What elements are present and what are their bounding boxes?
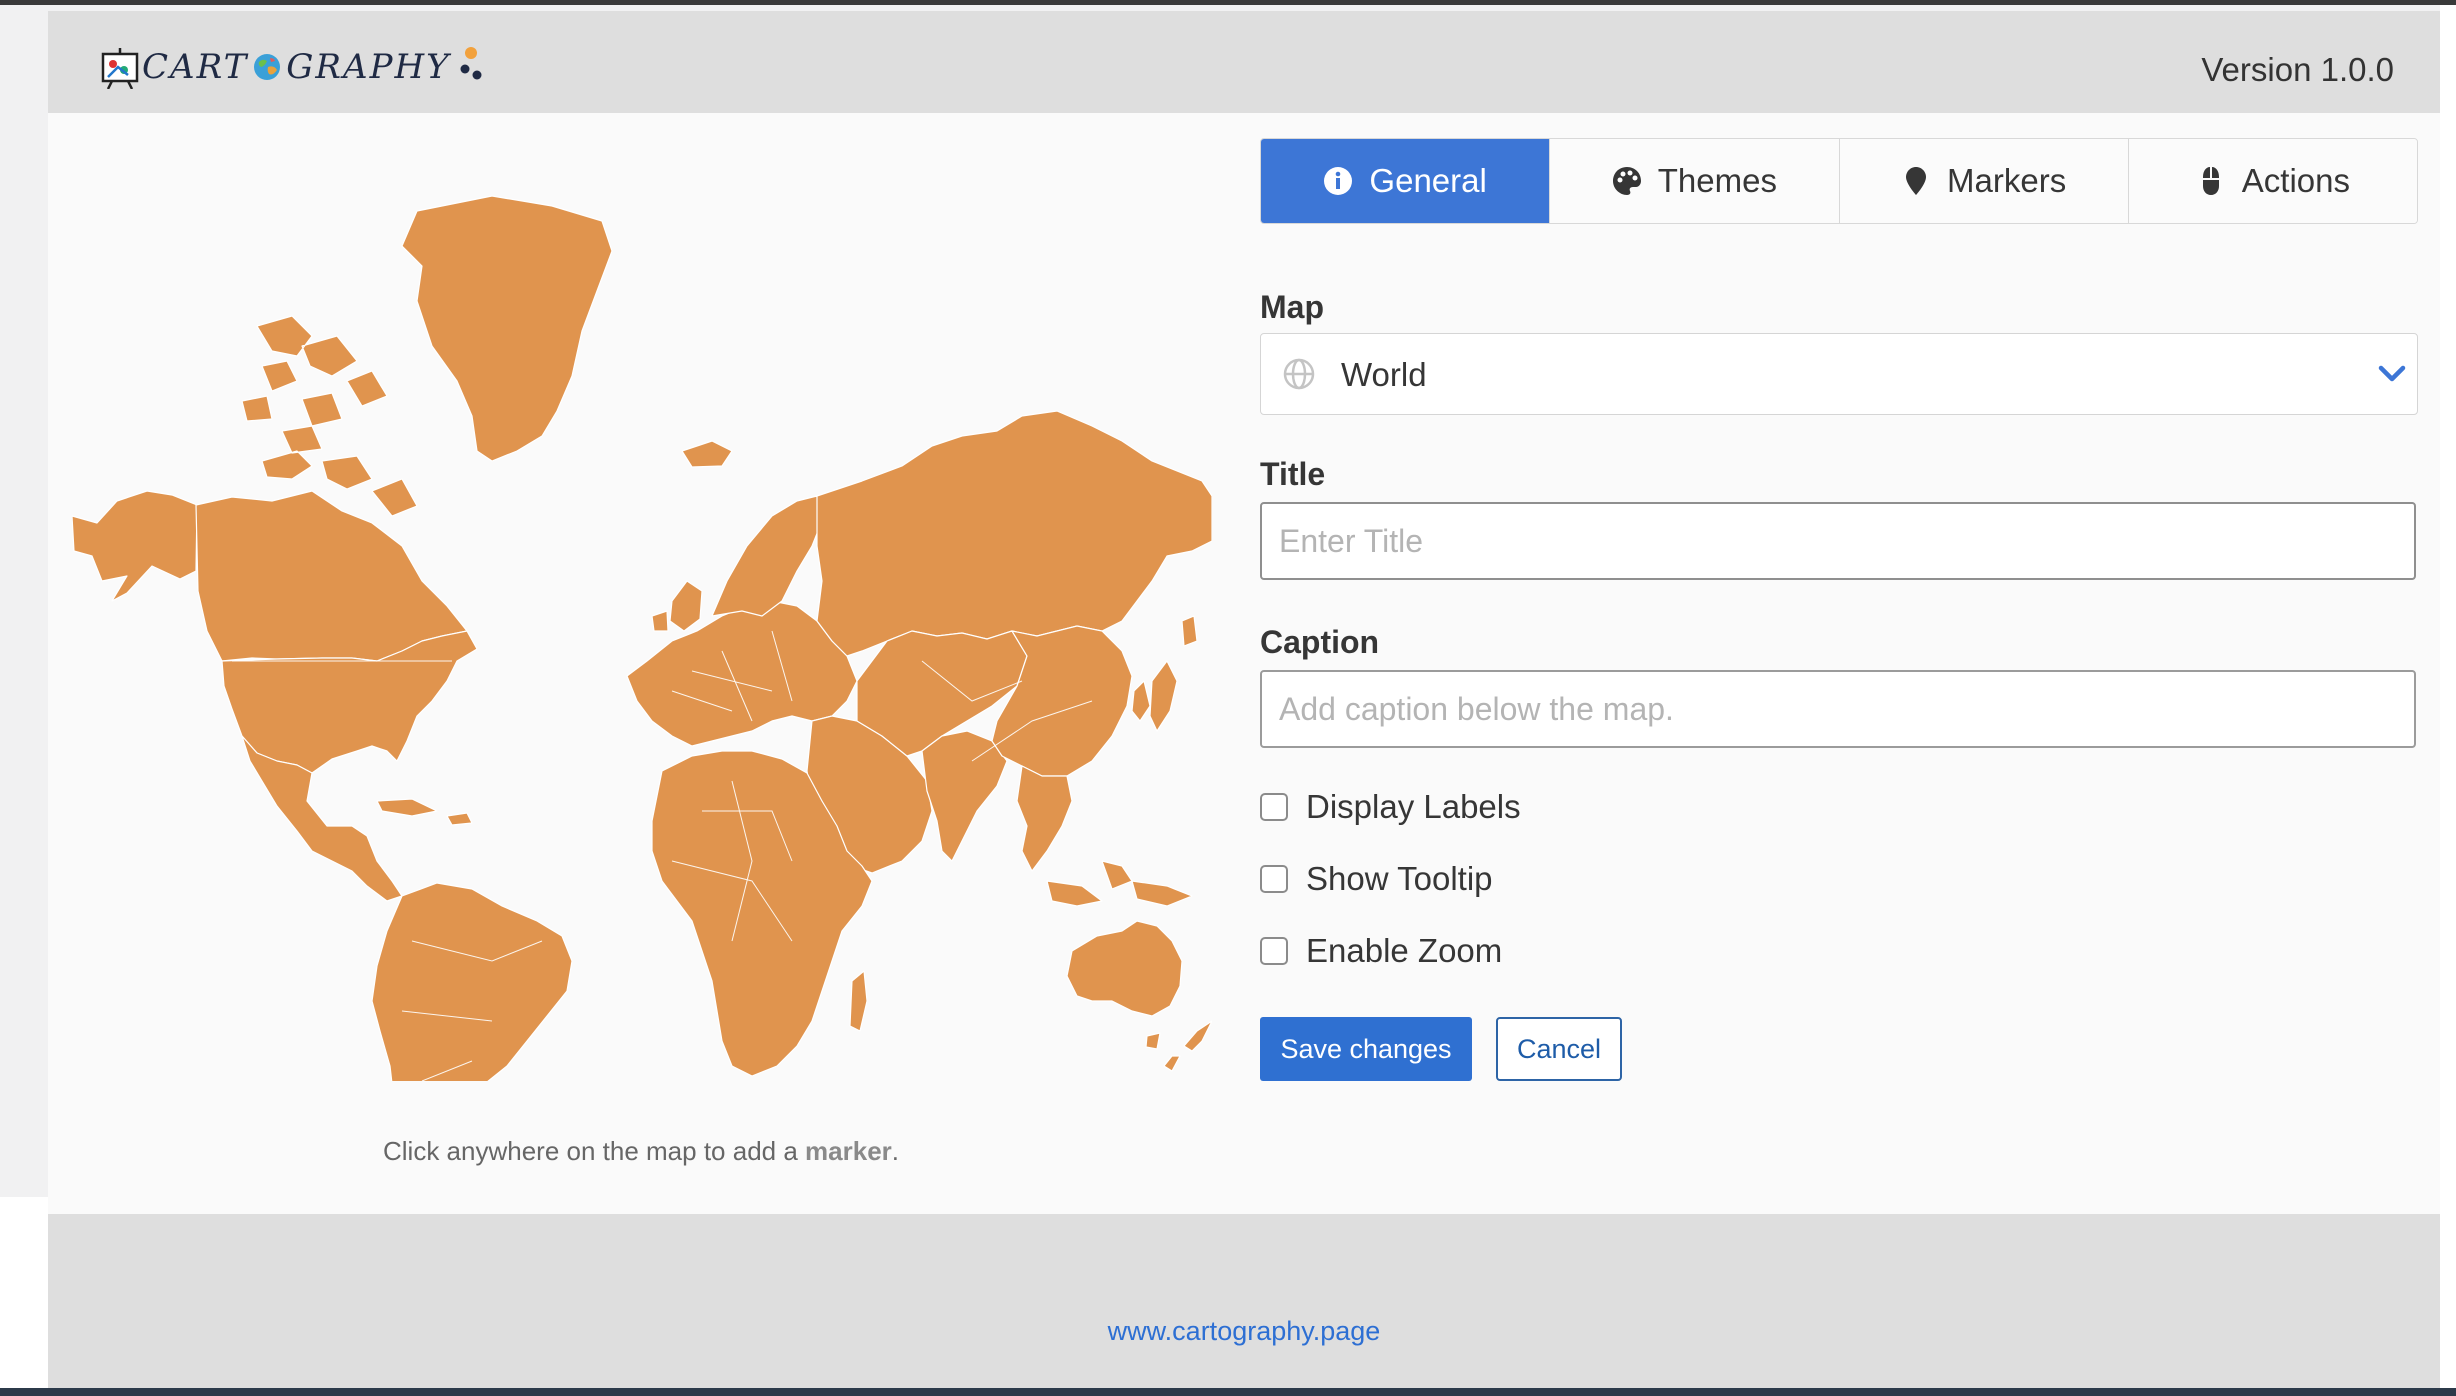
map-region-madagascar[interactable]	[849, 970, 868, 1032]
map-region-india[interactable]	[921, 730, 1008, 862]
enable-zoom-option[interactable]: Enable Zoom	[1260, 932, 1502, 970]
map-region-australia[interactable]	[1066, 920, 1183, 1050]
settings-tabs: General Themes Markers Actions	[1260, 138, 2418, 224]
map-hint-text: Click anywhere on the map to add a	[383, 1136, 806, 1166]
version-label: Version 1.0.0	[2201, 51, 2394, 88]
map-region-iceland[interactable]	[681, 440, 733, 468]
map-region-southeast-asia[interactable]	[1016, 765, 1193, 907]
app-footer: www.cartography.page	[48, 1214, 2440, 1388]
tab-actions[interactable]: Actions	[2128, 139, 2417, 223]
map-pin-icon	[1906, 167, 1927, 195]
page-right-margin	[2440, 5, 2456, 1388]
dots-icon	[460, 47, 482, 80]
tab-markers[interactable]: Markers	[1839, 139, 2129, 223]
mouse-icon	[2202, 167, 2219, 195]
map-region-alaska[interactable]	[72, 490, 198, 602]
save-button[interactable]: Save changes	[1260, 1017, 1472, 1081]
logo-wordmark: CART GRAPHY	[142, 47, 451, 87]
tab-actions-label: Actions	[2241, 162, 2350, 199]
caption-input[interactable]	[1260, 670, 2416, 748]
map-region-japan[interactable]	[1131, 615, 1198, 732]
enable-zoom-checkbox[interactable]	[1260, 937, 1288, 965]
map-label: Map	[1260, 289, 1324, 325]
map-region-uk[interactable]	[651, 580, 703, 632]
map-hint-suffix: .	[891, 1136, 899, 1166]
map-region-new-zealand[interactable]	[1163, 1020, 1212, 1072]
title-input[interactable]	[1260, 502, 2416, 580]
map-region-arctic-islands[interactable]	[241, 315, 418, 517]
map-region-greenland[interactable]	[401, 195, 613, 462]
tab-markers-label: Markers	[1947, 162, 2067, 199]
cancel-button[interactable]: Cancel	[1496, 1017, 1622, 1081]
map-region-canada[interactable]	[195, 490, 468, 662]
world-map[interactable]	[72, 161, 1212, 1081]
app-container: CART GRAPHY Version 1.0.0 Click anywhere…	[48, 11, 2440, 1388]
globe-icon	[1283, 358, 1315, 390]
caption-label: Caption	[1260, 624, 1380, 660]
show-tooltip-label: Show Tooltip	[1306, 860, 1493, 897]
tab-themes[interactable]: Themes	[1550, 139, 1840, 223]
logo[interactable]: CART GRAPHY	[98, 41, 485, 93]
map-region-caribbean[interactable]	[376, 798, 473, 826]
map-hint-marker: marker	[805, 1136, 892, 1166]
map-region-scandinavia[interactable]	[711, 495, 823, 617]
enable-zoom-label: Enable Zoom	[1306, 932, 1503, 969]
globe-logo-icon	[254, 54, 281, 80]
logo-text-left: CART	[142, 47, 249, 87]
map-hint: Click anywhere on the map to add a marke…	[48, 1136, 1234, 1167]
palette-icon	[1612, 167, 1641, 195]
window-bottom-border	[0, 1388, 2456, 1396]
map-region-south-america[interactable]	[371, 882, 573, 1081]
display-labels-option[interactable]: Display Labels	[1260, 788, 1521, 826]
show-tooltip-checkbox[interactable]	[1260, 865, 1288, 893]
map-region-russia[interactable]	[816, 410, 1212, 657]
tab-general[interactable]: General	[1261, 139, 1551, 223]
app-header: CART GRAPHY Version 1.0.0	[48, 11, 2440, 113]
map-select[interactable]: World	[1260, 333, 2418, 415]
title-label: Title	[1260, 456, 1326, 492]
website-link[interactable]: www.cartography.page	[48, 1316, 2440, 1347]
chevron-down-icon	[2378, 365, 2406, 382]
tab-general-label: General	[1369, 162, 1487, 199]
map-select-value: World	[1341, 356, 1427, 393]
easel-icon	[101, 48, 139, 89]
display-labels-checkbox[interactable]	[1260, 793, 1288, 821]
window-top-border	[0, 0, 2456, 5]
tab-themes-label: Themes	[1657, 162, 1777, 199]
logo-text-right: GRAPHY	[286, 47, 451, 87]
info-circle-icon	[1324, 167, 1353, 195]
show-tooltip-option[interactable]: Show Tooltip	[1260, 860, 1493, 898]
display-labels-label: Display Labels	[1306, 788, 1521, 825]
